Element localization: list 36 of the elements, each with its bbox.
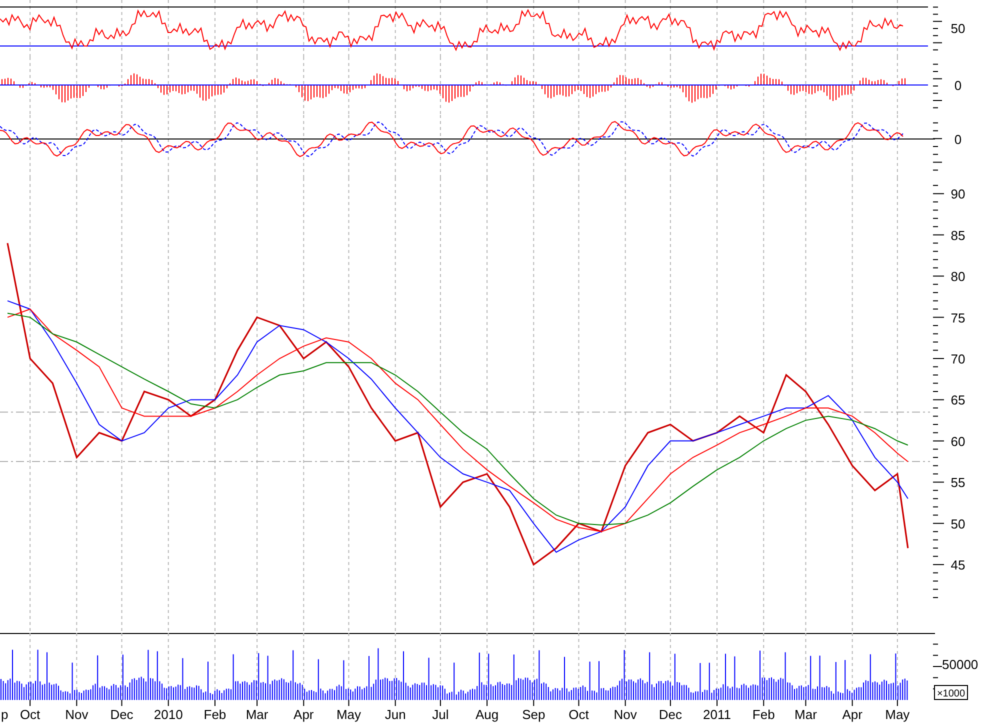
axis-tick-label: 50	[950, 516, 966, 532]
month-label: Jul	[432, 707, 449, 722]
axis-tick-label: 85	[950, 228, 966, 243]
axis-tick-label: 60	[950, 434, 966, 449]
axis-tick-label: 50000	[942, 657, 978, 672]
month-label: 2010	[154, 707, 183, 722]
month-label: Dec	[110, 707, 134, 722]
axis-tick-label: 80	[950, 269, 966, 284]
month-label: Dec	[658, 707, 682, 722]
month-label: Feb	[752, 707, 775, 722]
month-label: May	[336, 707, 362, 722]
month-label: Apr	[294, 707, 314, 722]
month-label: Sep	[522, 707, 546, 722]
month-label: Apr	[842, 707, 862, 722]
axis-tick-label: 65	[950, 392, 966, 408]
month-label: 2011	[703, 707, 732, 722]
axis-tick-label: 90	[950, 186, 966, 202]
axis-tick-label: 0	[954, 78, 962, 93]
month-label: May	[885, 707, 910, 722]
axis-tick-label: 75	[950, 310, 966, 326]
month-label: Oct	[20, 707, 40, 722]
axis-tick-label: 70	[950, 352, 966, 367]
axis-tick-label: 0	[954, 132, 962, 147]
month-label: Jun	[384, 707, 406, 722]
month-label: Nov	[614, 707, 637, 722]
month-label: Oct	[568, 707, 589, 722]
month-label: Nov	[65, 707, 88, 722]
month-label: Feb	[204, 707, 226, 722]
month-label: Mar	[246, 707, 268, 722]
axis-tick-label: 55	[950, 475, 966, 490]
month-label: p	[1, 707, 8, 722]
month-label: Aug	[475, 707, 499, 722]
unit-label: ×1000	[934, 685, 968, 700]
axis-tick-label: 45	[950, 558, 966, 573]
axis-tick-label: 50	[950, 21, 966, 36]
month-label: Mar	[794, 707, 817, 722]
